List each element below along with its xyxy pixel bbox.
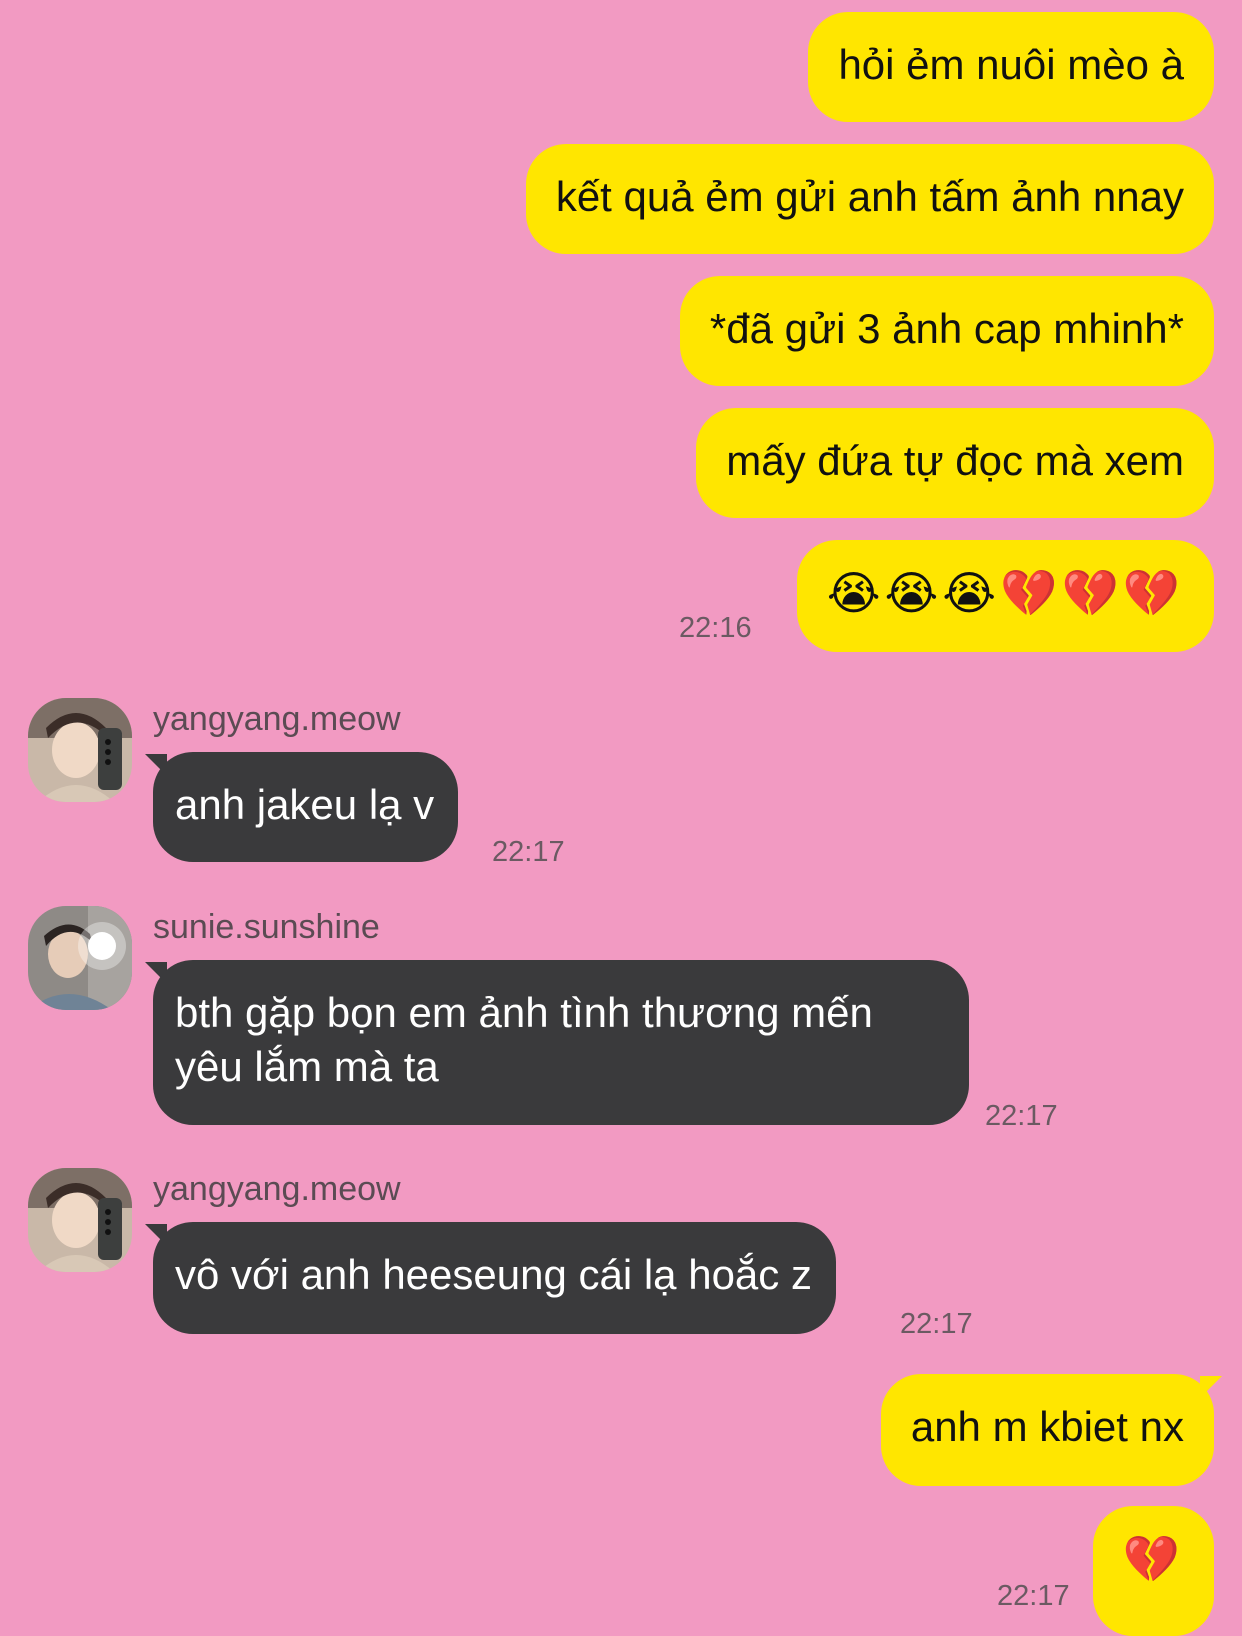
outgoing-message[interactable]: kết quả ẻm gửi anh tấm ảnh nnay [525, 144, 1214, 254]
timestamp: 22:17 [997, 1580, 1070, 1612]
message-text: mấy đứa tự đọc mà xem [726, 437, 1184, 484]
timestamp: 22:16 [679, 612, 752, 644]
emoji-message-text: 😭😭😭💔💔💔 [826, 566, 1184, 620]
incoming-message[interactable]: anh jakeu lạ v [153, 752, 459, 862]
emoji-message-text: 💔 [1122, 1532, 1180, 1586]
message-text: anh jakeu lạ v [175, 781, 435, 828]
message-text: vô với anh heeseung cái lạ hoắc z [175, 1251, 812, 1298]
outgoing-message[interactable]: anh m kbiet nx [880, 1374, 1214, 1486]
outgoing-message[interactable]: *đã gửi 3 ảnh cap mhinh* [679, 276, 1214, 386]
profile-photo-flash-selfie-icon [28, 906, 132, 1010]
timestamp: 22:17 [900, 1308, 973, 1340]
incoming-message[interactable]: vô với anh heeseung cái lạ hoắc z [153, 1222, 836, 1334]
message-text: bth gặp bọn em ảnh tình thương mến yêu l… [175, 989, 873, 1090]
avatar[interactable] [28, 698, 132, 802]
message-text: anh m kbiet nx [910, 1403, 1184, 1450]
avatar[interactable] [28, 906, 132, 1010]
message-text: *đã gửi 3 ảnh cap mhinh* [709, 305, 1184, 352]
outgoing-message[interactable]: 💔 [1092, 1506, 1214, 1636]
profile-photo-mirror-selfie-icon [28, 1168, 132, 1272]
outgoing-message[interactable]: mấy đứa tự đọc mà xem [696, 408, 1214, 518]
message-text: kết quả ẻm gửi anh tấm ảnh nnay [555, 173, 1184, 220]
outgoing-message[interactable]: 😭😭😭💔💔💔 [796, 540, 1214, 652]
incoming-message[interactable]: bth gặp bọn em ảnh tình thương mến yêu l… [153, 960, 969, 1125]
profile-photo-mirror-selfie-icon [28, 698, 132, 802]
outgoing-message[interactable]: hỏi ẻm nuôi mèo à [808, 12, 1214, 122]
sender-name: sunie.sunshine [153, 908, 380, 946]
sender-name: yangyang.meow [153, 700, 401, 738]
avatar[interactable] [28, 1168, 132, 1272]
timestamp: 22:17 [492, 836, 565, 868]
timestamp: 22:17 [985, 1100, 1058, 1132]
sender-name: yangyang.meow [153, 1170, 401, 1208]
message-text: hỏi ẻm nuôi mèo à [838, 41, 1184, 88]
